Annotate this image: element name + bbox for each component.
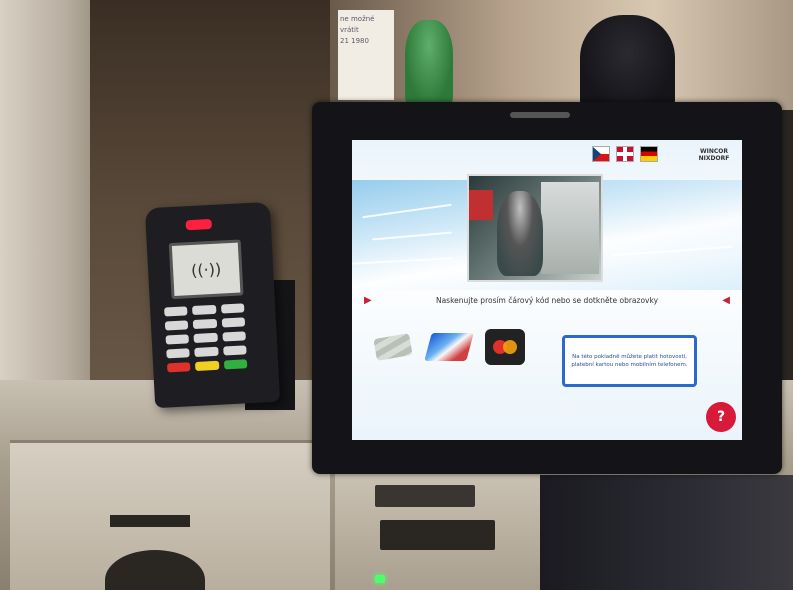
cancel-key[interactable] [166, 362, 191, 373]
wave-line [372, 231, 452, 241]
card-terminal: ((·)) [144, 201, 281, 409]
store-sign-line: 21 1980 [340, 37, 369, 45]
payment-methods [372, 329, 526, 365]
shopper-dark [580, 15, 675, 110]
video-person [497, 191, 543, 276]
czech-flag-icon[interactable] [592, 146, 610, 162]
counter-label [110, 515, 190, 527]
wave-line [352, 257, 452, 265]
dark-cabinet [540, 475, 793, 590]
key-4[interactable] [164, 320, 189, 331]
store-sign-line: vrátit [340, 26, 359, 34]
wave-line [612, 245, 732, 257]
key-6[interactable] [221, 317, 246, 328]
kiosk-screen: WINCOR NIXDORF ▶ Naskenujte prosím čárov… [352, 140, 742, 440]
terminal-keypad[interactable] [164, 303, 248, 373]
key-9[interactable] [222, 331, 246, 342]
help-button[interactable]: ? [706, 402, 736, 432]
key-2[interactable] [192, 304, 217, 316]
video-red-object [469, 190, 493, 220]
instruction-bar: ▶ Naskenujte prosím čárový kód nebo se d… [364, 290, 730, 310]
cash-unit [335, 455, 540, 590]
store-sign-line: ne možné [340, 15, 375, 23]
card-icon [424, 330, 474, 364]
store-background [330, 0, 793, 110]
arrow-left-icon: ◀ [722, 294, 730, 306]
cash-icon [372, 330, 414, 364]
photo-scene: ne možné vrátit 21 1980 ((·)) WINCOR NIX… [0, 0, 793, 590]
kiosk-monitor: WINCOR NIXDORF ▶ Naskenujte prosím čárov… [312, 102, 782, 474]
key-8[interactable] [193, 332, 218, 344]
terminal-indicator [185, 218, 213, 231]
shopper-green [405, 20, 453, 105]
clear-key[interactable] [195, 360, 220, 371]
key-1[interactable] [164, 306, 188, 317]
german-flag-icon[interactable] [640, 146, 658, 162]
key-star[interactable] [166, 348, 191, 359]
contactless-icon: ((·)) [168, 239, 244, 300]
instruction-text: Naskenujte prosím čárový kód nebo se dot… [435, 295, 659, 305]
wave-line [362, 203, 452, 219]
monitor-logo [510, 112, 570, 118]
brand-logo: WINCOR NIXDORF [698, 148, 730, 162]
language-selector[interactable] [592, 146, 658, 162]
arrow-right-icon: ▶ [364, 294, 372, 306]
payment-info-box: Na této pokladně můžete platit hotovostí… [562, 335, 697, 387]
key-0[interactable] [194, 346, 219, 357]
receipt-slot [380, 520, 495, 550]
uk-flag-icon[interactable] [616, 146, 634, 162]
store-sign: ne možné vrátit 21 1980 [338, 10, 394, 100]
key-3[interactable] [220, 303, 245, 314]
note-slot[interactable] [375, 485, 475, 507]
key-5[interactable] [193, 318, 217, 330]
video-machine [541, 182, 599, 274]
instruction-video [467, 174, 603, 282]
key-hash[interactable] [222, 345, 247, 356]
maestro-icon [484, 329, 526, 365]
status-led [375, 575, 385, 583]
key-7[interactable] [165, 334, 190, 345]
ok-key[interactable] [223, 359, 248, 370]
